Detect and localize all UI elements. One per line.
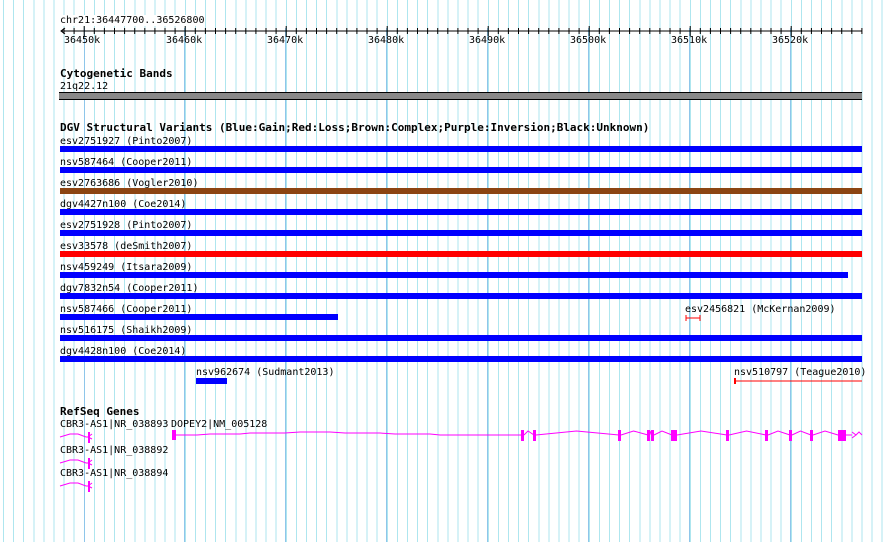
tick-label: 36520k — [772, 35, 809, 46]
variant-bar[interactable] — [60, 167, 862, 173]
gene-model-dopey2 — [172, 431, 521, 436]
ruler-axis[interactable] — [0, 25, 890, 37]
loss-variant-marks — [685, 315, 862, 384]
gene-model-cbr3-as1 — [59, 459, 87, 464]
cytoband-bar[interactable] — [59, 92, 862, 100]
tick-label: 36490k — [469, 35, 506, 46]
refseq-track-title: RefSeq Genes — [60, 405, 140, 418]
tick-label: 36500k — [570, 35, 607, 46]
tick-label: 36510k — [671, 35, 708, 46]
variant-bar[interactable] — [60, 230, 862, 236]
gene-model-cbr3-as1 — [59, 433, 87, 438]
variant-bar[interactable] — [60, 272, 848, 278]
variant-bar[interactable] — [60, 251, 862, 257]
tick-label: 36470k — [267, 35, 304, 46]
tick-label: 36450k — [64, 35, 101, 46]
variant-bar[interactable] — [60, 188, 862, 194]
tick-label: 36460k — [166, 35, 203, 46]
variant-bar[interactable] — [60, 293, 862, 299]
tick-label: 36480k — [368, 35, 405, 46]
variant-bar[interactable] — [60, 209, 862, 215]
variant-bar[interactable] — [60, 146, 862, 152]
genome-browser-panel: chr21:36447700..36526800 36450k 36460k 3… — [0, 0, 890, 542]
gene-model-cbr3-as1 — [59, 482, 87, 487]
cytoband-label: 21q22.12 — [60, 81, 109, 92]
dgv-track-title: DGV Structural Variants (Blue:Gain;Red:L… — [60, 121, 650, 134]
cytoband-track-title: Cytogenetic Bands — [60, 67, 173, 80]
gene-models[interactable] — [0, 425, 890, 495]
